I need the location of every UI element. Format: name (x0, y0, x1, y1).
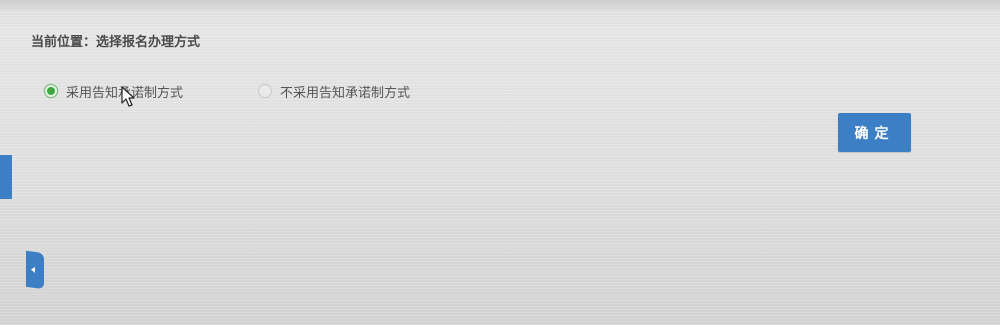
confirm-button[interactable]: 确定 (838, 113, 911, 152)
top-strip (0, 0, 1000, 10)
radio-option-no-commitment[interactable]: 不采用告知承诺制方式 (258, 82, 411, 101)
mouse-pointer-icon (121, 86, 135, 107)
radio-option-use-commitment[interactable]: 采用告知承诺制方式 (44, 82, 183, 101)
radio-label: 不采用告知承诺制方式 (280, 85, 411, 101)
chevron-left-icon (31, 266, 35, 273)
radio-button-unchecked[interactable] (258, 84, 272, 98)
sidebar-edge-tab[interactable] (0, 155, 12, 199)
breadcrumb: 当前位置：选择报名办理方式 (31, 35, 201, 50)
sidebar-collapse-toggle[interactable] (26, 250, 44, 290)
radio-button-checked[interactable] (44, 84, 58, 98)
